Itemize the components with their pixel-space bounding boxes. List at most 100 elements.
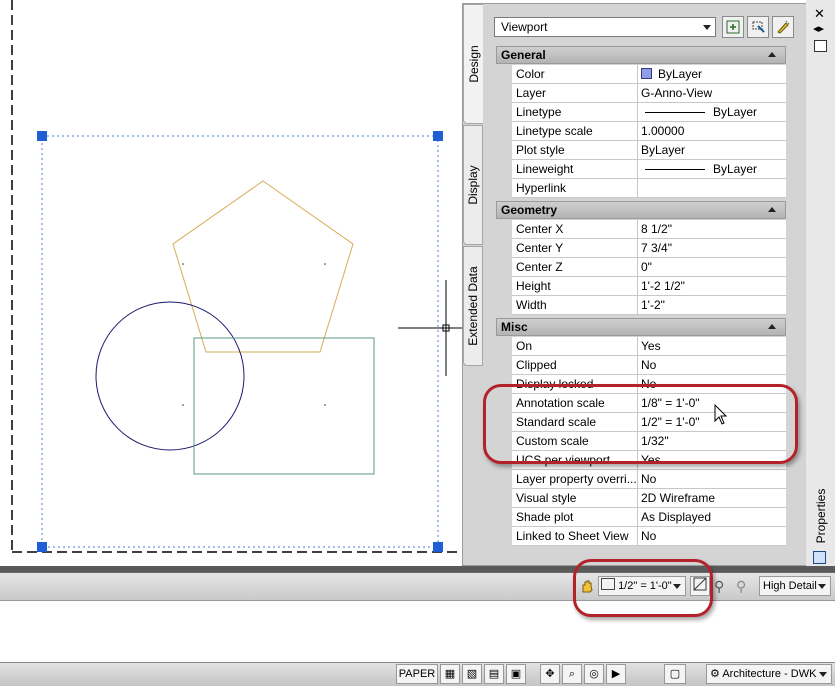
- property-value[interactable]: No: [638, 527, 786, 546]
- property-value[interactable]: 7 3/4": [638, 239, 786, 258]
- detail-level-dropdown[interactable]: High Detail: [759, 576, 831, 596]
- property-row[interactable]: Linetype scale 1.00000: [496, 122, 786, 141]
- property-value[interactable]: No: [638, 470, 786, 489]
- property-value[interactable]: ByLayer: [638, 65, 786, 84]
- property-value[interactable]: 1.00000: [638, 122, 786, 141]
- property-row[interactable]: Color ByLayer: [496, 65, 786, 84]
- property-name: Layer property overri...: [512, 470, 638, 489]
- property-value[interactable]: 1'-2 1/2": [638, 277, 786, 296]
- steering-wheel-icon[interactable]: ◎: [584, 664, 604, 684]
- property-name: Center Z: [512, 258, 638, 277]
- property-name: Linked to Sheet View: [512, 527, 638, 546]
- property-value[interactable]: 2D Wireframe: [638, 489, 786, 508]
- pentagon-shape: [172, 180, 354, 353]
- showmotion-icon[interactable]: ▶: [606, 664, 626, 684]
- collapse-icon[interactable]: [768, 52, 776, 57]
- property-value[interactable]: Yes: [638, 337, 786, 356]
- select-objects-icon: [752, 21, 765, 33]
- category-general[interactable]: General: [496, 46, 786, 64]
- property-name: Height: [512, 277, 638, 296]
- toggle-pickadd-button[interactable]: [722, 16, 744, 38]
- property-row[interactable]: Visual style 2D Wireframe: [496, 489, 786, 508]
- palette-menu-icon[interactable]: [814, 40, 827, 52]
- property-value[interactable]: No: [638, 356, 786, 375]
- property-value[interactable]: As Displayed: [638, 508, 786, 527]
- property-row[interactable]: Layer property overri... No: [496, 470, 786, 489]
- layout-icon-2[interactable]: ▧: [462, 664, 482, 684]
- application-status-bar: PAPER ▦ ▧ ▤ ▣ ✥ ⌕ ◎ ▶ ▢ ⚙ Architecture -…: [0, 662, 835, 686]
- layout-icon-4[interactable]: ▣: [506, 664, 526, 684]
- chevron-down-icon: [818, 584, 826, 589]
- property-row[interactable]: Linetype ByLayer: [496, 103, 786, 122]
- grip-bottom-left: [37, 542, 47, 552]
- property-row[interactable]: Lineweight ByLayer: [496, 160, 786, 179]
- maximize-viewport-button[interactable]: ▢: [664, 664, 686, 684]
- tab-design[interactable]: Design: [463, 4, 483, 124]
- workspace-switcher[interactable]: ⚙ Architecture - DWK: [706, 664, 832, 684]
- line-sample-icon: [645, 169, 705, 171]
- auto-hide-icon[interactable]: ◂▸: [813, 22, 824, 35]
- property-row[interactable]: Hyperlink: [496, 179, 786, 198]
- property-value[interactable]: [638, 179, 786, 198]
- property-row[interactable]: Width 1'-2": [496, 296, 786, 315]
- property-value-text: 7 3/4": [641, 241, 672, 255]
- mouse-cursor-icon: [714, 404, 728, 425]
- collapse-icon[interactable]: [768, 207, 776, 212]
- property-value[interactable]: 0": [638, 258, 786, 277]
- property-row[interactable]: On Yes: [496, 337, 786, 356]
- layout-icon-3[interactable]: ▤: [484, 664, 504, 684]
- zoom-icon[interactable]: ⌕: [562, 664, 582, 684]
- property-value[interactable]: ByLayer: [638, 141, 786, 160]
- property-row[interactable]: Plot style ByLayer: [496, 141, 786, 160]
- tab-display[interactable]: Display: [463, 125, 483, 245]
- property-row[interactable]: Center Y7 3/4": [496, 239, 786, 258]
- property-value[interactable]: ByLayer: [638, 103, 786, 122]
- property-value-text: ByLayer: [658, 67, 703, 81]
- property-value[interactable]: ByLayer: [638, 160, 786, 179]
- category-misc[interactable]: Misc: [496, 318, 786, 336]
- property-row[interactable]: Linked to Sheet View No: [496, 527, 786, 546]
- category-title: General: [501, 48, 546, 62]
- property-name: Color: [512, 65, 638, 84]
- object-type-select[interactable]: Viewport: [494, 17, 716, 37]
- property-row[interactable]: Height 1'-2 1/2": [496, 277, 786, 296]
- property-value-text: Yes: [641, 339, 661, 353]
- layout-icon-1[interactable]: ▦: [440, 664, 460, 684]
- properties-icon: [813, 551, 826, 564]
- annotation-visibility-icon[interactable]: ⚲: [714, 578, 724, 595]
- property-value-text: 0": [641, 260, 652, 274]
- category-geometry[interactable]: Geometry: [496, 201, 786, 219]
- property-value-text: As Displayed: [641, 510, 712, 524]
- collapse-icon[interactable]: [768, 324, 776, 329]
- grip-bottom-right: [433, 542, 443, 552]
- property-value-text: 1'-2 1/2": [641, 279, 685, 293]
- property-value-text: No: [641, 529, 657, 543]
- property-row[interactable]: Center X8 1/2": [496, 220, 786, 239]
- property-row[interactable]: Clipped No: [496, 356, 786, 375]
- grip-top-right: [433, 131, 443, 141]
- circle-shape: [95, 301, 245, 451]
- property-value-text: 1.00000: [641, 124, 685, 138]
- quick-select-button[interactable]: [772, 16, 794, 38]
- rectangle-shape: [193, 337, 375, 475]
- property-row[interactable]: Shade plot As Displayed: [496, 508, 786, 527]
- chevron-down-icon: [703, 25, 711, 30]
- property-name: Center X: [512, 220, 638, 239]
- property-value-text: ByLayer: [713, 162, 758, 176]
- tab-extended-data[interactable]: Extended Data: [463, 246, 483, 366]
- quick-select-icon: [777, 20, 790, 34]
- auto-scale-icon[interactable]: ⚲: [736, 578, 746, 595]
- chevron-down-icon: [819, 672, 827, 677]
- select-objects-button[interactable]: [747, 16, 769, 38]
- paper-model-toggle[interactable]: PAPER: [396, 664, 438, 684]
- property-name: Center Y: [512, 239, 638, 258]
- property-name: Shade plot: [512, 508, 638, 527]
- property-name: Hyperlink: [512, 179, 638, 198]
- property-value[interactable]: 1'-2": [638, 296, 786, 315]
- property-row[interactable]: Center Z 0": [496, 258, 786, 277]
- close-icon[interactable]: ✕: [814, 6, 825, 22]
- property-value[interactable]: 8 1/2": [638, 220, 786, 239]
- pan-icon[interactable]: ✥: [540, 664, 560, 684]
- property-value[interactable]: G-Anno-View: [638, 84, 786, 103]
- property-row[interactable]: Layer G-Anno-View: [496, 84, 786, 103]
